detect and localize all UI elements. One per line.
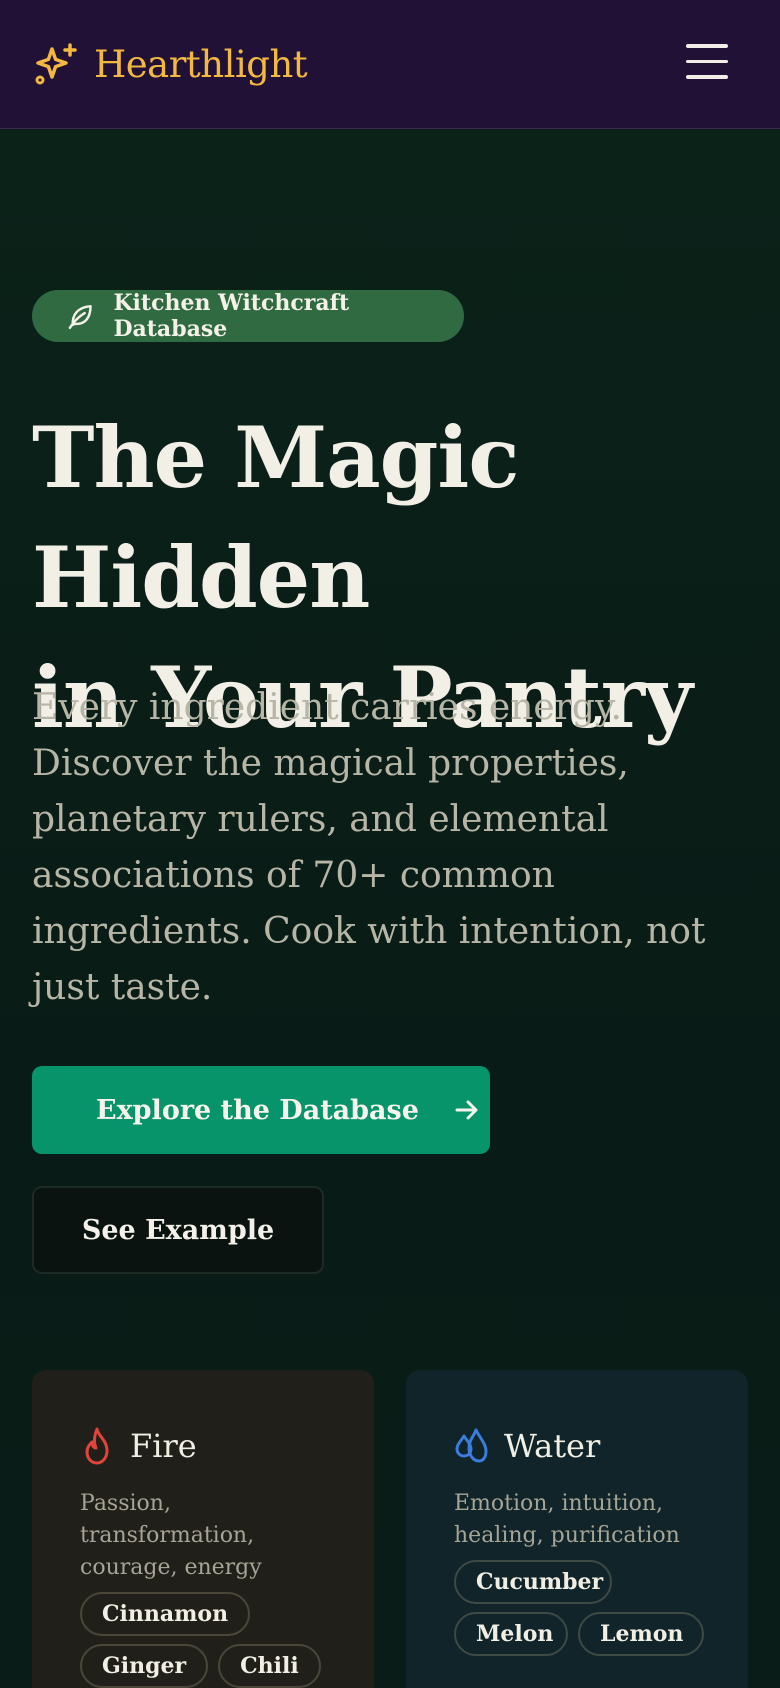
card-description: Passion, transformation, courage, energy [80, 1491, 262, 1580]
category-badge: Kitchen Witchcraft Database [32, 290, 464, 342]
droplets-icon [455, 1428, 488, 1463]
leaf-icon [68, 304, 92, 330]
ingredient-chip-list: Cinnamon Ginger Chili [80, 1592, 350, 1688]
hero-section: Kitchen Witchcraft Database The Magic Hi… [0, 130, 780, 1688]
title-line-1: The Magic Hidden [32, 408, 519, 627]
card-title: Fire [130, 1427, 197, 1465]
brand-logo[interactable]: Hearthlight [32, 40, 308, 88]
element-card-water[interactable]: Water Emotion, intuition, healing, purif… [406, 1370, 748, 1688]
arrow-right-icon [455, 1100, 478, 1120]
ingredient-chip[interactable]: Ginger [80, 1644, 209, 1688]
explore-database-label: Explore the Database [96, 1094, 419, 1126]
flame-icon [85, 1427, 109, 1465]
card-title: Water [504, 1427, 601, 1465]
ingredient-chip[interactable]: Melon [454, 1612, 568, 1656]
hero-description: Every ingredient carries energy. Discove… [32, 687, 706, 1008]
top-navbar: Hearthlight [0, 0, 780, 129]
sparkles-icon [35, 43, 77, 85]
see-example-button[interactable]: See Example [32, 1186, 324, 1274]
ingredient-chip-list: Cucumber Melon Lemon [454, 1560, 724, 1664]
ingredient-chip[interactable]: Cucumber [454, 1560, 612, 1604]
ingredient-chip[interactable]: Chili [218, 1644, 321, 1688]
see-example-label: See Example [81, 1214, 275, 1246]
card-description: Emotion, intuition, healing, purificatio… [454, 1491, 680, 1548]
element-card-fire[interactable]: Fire Passion, transformation, courage, e… [32, 1370, 374, 1688]
hamburger-menu-icon[interactable] [686, 44, 728, 84]
brand-name: Hearthlight [94, 42, 308, 86]
badge-label: Kitchen Witchcraft Database [113, 290, 350, 342]
explore-database-button[interactable]: Explore the Database [32, 1066, 490, 1154]
ingredient-chip[interactable]: Cinnamon [80, 1592, 251, 1636]
ingredient-chip[interactable]: Lemon [578, 1612, 704, 1656]
